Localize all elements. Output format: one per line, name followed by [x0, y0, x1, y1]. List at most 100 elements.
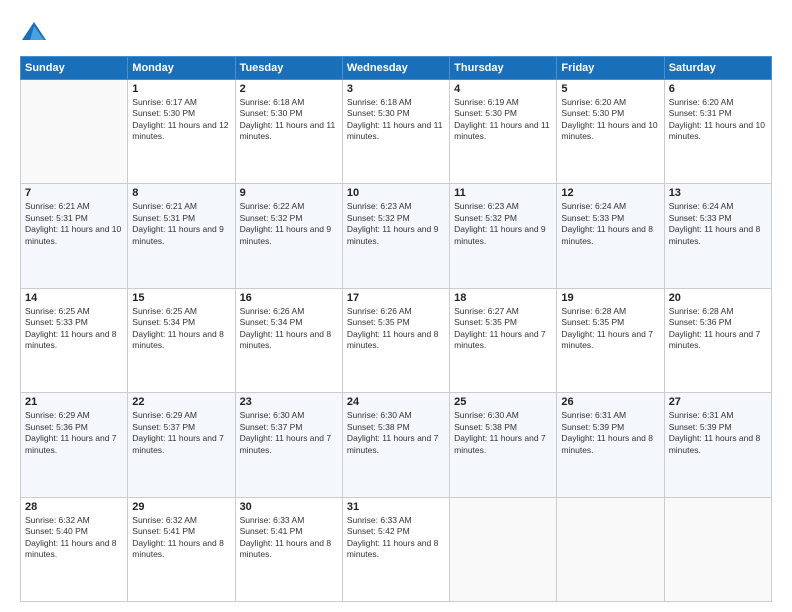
calendar-day-header: Monday [128, 57, 235, 80]
day-number: 12 [561, 187, 659, 199]
day-number: 7 [25, 187, 123, 199]
day-info: Sunrise: 6:29 AM Sunset: 5:37 PM Dayligh… [132, 410, 230, 456]
calendar-cell: 15 Sunrise: 6:25 AM Sunset: 5:34 PM Dayli… [128, 288, 235, 392]
day-number: 23 [240, 396, 338, 408]
day-info: Sunrise: 6:26 AM Sunset: 5:34 PM Dayligh… [240, 306, 338, 352]
day-info: Sunrise: 6:31 AM Sunset: 5:39 PM Dayligh… [669, 410, 767, 456]
day-info: Sunrise: 6:29 AM Sunset: 5:36 PM Dayligh… [25, 410, 123, 456]
calendar-cell: 13 Sunrise: 6:24 AM Sunset: 5:33 PM Dayli… [664, 184, 771, 288]
calendar-cell: 10 Sunrise: 6:23 AM Sunset: 5:32 PM Dayli… [342, 184, 449, 288]
day-info: Sunrise: 6:25 AM Sunset: 5:34 PM Dayligh… [132, 306, 230, 352]
calendar-day-header: Saturday [664, 57, 771, 80]
day-number: 31 [347, 501, 445, 513]
day-number: 21 [25, 396, 123, 408]
calendar-cell: 1 Sunrise: 6:17 AM Sunset: 5:30 PM Daylig… [128, 80, 235, 184]
day-info: Sunrise: 6:31 AM Sunset: 5:39 PM Dayligh… [561, 410, 659, 456]
day-info: Sunrise: 6:21 AM Sunset: 5:31 PM Dayligh… [25, 201, 123, 247]
calendar-cell: 28Sunrise: 6:32 AM Sunset: 5:40 PM Dayli… [21, 497, 128, 601]
calendar-cell: 3Sunrise: 6:18 AM Sunset: 5:30 PM Daylig… [342, 80, 449, 184]
day-info: Sunrise: 6:27 AM Sunset: 5:35 PM Dayligh… [454, 306, 552, 352]
calendar-cell: 27 Sunrise: 6:31 AM Sunset: 5:39 PM Dayli… [664, 393, 771, 497]
calendar-week-row: 28Sunrise: 6:32 AM Sunset: 5:40 PM Dayli… [21, 497, 772, 601]
calendar-cell: 20 Sunrise: 6:28 AM Sunset: 5:36 PM Dayli… [664, 288, 771, 392]
calendar-cell: 11Sunrise: 6:23 AM Sunset: 5:32 PM Dayli… [450, 184, 557, 288]
calendar-week-row: 1 Sunrise: 6:17 AM Sunset: 5:30 PM Daylig… [21, 80, 772, 184]
calendar-cell: 31 Sunrise: 6:33 AM Sunset: 5:42 PM Dayli… [342, 497, 449, 601]
day-number: 2 [240, 83, 338, 95]
day-number: 15 [132, 292, 230, 304]
calendar-table: SundayMondayTuesdayWednesdayThursdayFrid… [20, 56, 772, 602]
calendar-cell [450, 497, 557, 601]
day-info: Sunrise: 6:19 AM Sunset: 5:30 PM Dayligh… [454, 97, 552, 143]
calendar-cell: 21 Sunrise: 6:29 AM Sunset: 5:36 PM Dayli… [21, 393, 128, 497]
header [20, 18, 772, 46]
calendar-day-header: Sunday [21, 57, 128, 80]
calendar-cell: 19 Sunrise: 6:28 AM Sunset: 5:35 PM Dayli… [557, 288, 664, 392]
day-number: 5 [561, 83, 659, 95]
day-info: Sunrise: 6:26 AM Sunset: 5:35 PM Dayligh… [347, 306, 445, 352]
calendar-cell: 5 Sunrise: 6:20 AM Sunset: 5:30 PM Daylig… [557, 80, 664, 184]
day-info: Sunrise: 6:25 AM Sunset: 5:33 PM Dayligh… [25, 306, 123, 352]
day-number: 24 [347, 396, 445, 408]
day-number: 3 [347, 83, 445, 95]
day-info: Sunrise: 6:20 AM Sunset: 5:31 PM Dayligh… [669, 97, 767, 143]
day-number: 11 [454, 187, 552, 199]
day-info: Sunrise: 6:20 AM Sunset: 5:30 PM Dayligh… [561, 97, 659, 143]
day-number: 14 [25, 292, 123, 304]
logo-icon [20, 18, 48, 46]
calendar-cell: 9 Sunrise: 6:22 AM Sunset: 5:32 PM Daylig… [235, 184, 342, 288]
day-number: 28 [25, 501, 123, 513]
day-number: 27 [669, 396, 767, 408]
calendar-cell [21, 80, 128, 184]
calendar-cell: 14 Sunrise: 6:25 AM Sunset: 5:33 PM Dayli… [21, 288, 128, 392]
day-info: Sunrise: 6:22 AM Sunset: 5:32 PM Dayligh… [240, 201, 338, 247]
calendar-cell: 16 Sunrise: 6:26 AM Sunset: 5:34 PM Dayli… [235, 288, 342, 392]
calendar-header-row: SundayMondayTuesdayWednesdayThursdayFrid… [21, 57, 772, 80]
calendar-cell: 12 Sunrise: 6:24 AM Sunset: 5:33 PM Dayli… [557, 184, 664, 288]
day-number: 10 [347, 187, 445, 199]
day-info: Sunrise: 6:28 AM Sunset: 5:35 PM Dayligh… [561, 306, 659, 352]
calendar-cell: 17 Sunrise: 6:26 AM Sunset: 5:35 PM Dayli… [342, 288, 449, 392]
day-number: 1 [132, 83, 230, 95]
calendar-cell: 25Sunrise: 6:30 AM Sunset: 5:38 PM Dayli… [450, 393, 557, 497]
calendar-cell: 4Sunrise: 6:19 AM Sunset: 5:30 PM Daylig… [450, 80, 557, 184]
day-number: 19 [561, 292, 659, 304]
day-number: 9 [240, 187, 338, 199]
calendar-cell: 8Sunrise: 6:21 AM Sunset: 5:31 PM Daylig… [128, 184, 235, 288]
calendar-day-header: Wednesday [342, 57, 449, 80]
day-number: 13 [669, 187, 767, 199]
calendar-cell: 6 Sunrise: 6:20 AM Sunset: 5:31 PM Daylig… [664, 80, 771, 184]
calendar-cell: 2 Sunrise: 6:18 AM Sunset: 5:30 PM Daylig… [235, 80, 342, 184]
calendar-day-header: Thursday [450, 57, 557, 80]
day-number: 17 [347, 292, 445, 304]
calendar-cell: 22Sunrise: 6:29 AM Sunset: 5:37 PM Dayli… [128, 393, 235, 497]
calendar-week-row: 7 Sunrise: 6:21 AM Sunset: 5:31 PM Daylig… [21, 184, 772, 288]
calendar-cell: 24Sunrise: 6:30 AM Sunset: 5:38 PM Dayli… [342, 393, 449, 497]
day-info: Sunrise: 6:17 AM Sunset: 5:30 PM Dayligh… [132, 97, 230, 143]
day-info: Sunrise: 6:24 AM Sunset: 5:33 PM Dayligh… [669, 201, 767, 247]
day-info: Sunrise: 6:24 AM Sunset: 5:33 PM Dayligh… [561, 201, 659, 247]
calendar-week-row: 14 Sunrise: 6:25 AM Sunset: 5:33 PM Dayli… [21, 288, 772, 392]
calendar-cell: 18 Sunrise: 6:27 AM Sunset: 5:35 PM Dayli… [450, 288, 557, 392]
day-number: 6 [669, 83, 767, 95]
logo [20, 18, 52, 46]
day-info: Sunrise: 6:33 AM Sunset: 5:42 PM Dayligh… [347, 515, 445, 561]
day-info: Sunrise: 6:28 AM Sunset: 5:36 PM Dayligh… [669, 306, 767, 352]
day-number: 25 [454, 396, 552, 408]
day-info: Sunrise: 6:23 AM Sunset: 5:32 PM Dayligh… [347, 201, 445, 247]
calendar-cell: 26 Sunrise: 6:31 AM Sunset: 5:39 PM Dayli… [557, 393, 664, 497]
day-info: Sunrise: 6:21 AM Sunset: 5:31 PM Dayligh… [132, 201, 230, 247]
day-number: 18 [454, 292, 552, 304]
page: SundayMondayTuesdayWednesdayThursdayFrid… [0, 0, 792, 612]
day-info: Sunrise: 6:18 AM Sunset: 5:30 PM Dayligh… [240, 97, 338, 143]
calendar-day-header: Friday [557, 57, 664, 80]
calendar-cell: 30Sunrise: 6:33 AM Sunset: 5:41 PM Dayli… [235, 497, 342, 601]
day-number: 16 [240, 292, 338, 304]
calendar-week-row: 21 Sunrise: 6:29 AM Sunset: 5:36 PM Dayli… [21, 393, 772, 497]
day-info: Sunrise: 6:32 AM Sunset: 5:41 PM Dayligh… [132, 515, 230, 561]
calendar-day-header: Tuesday [235, 57, 342, 80]
calendar-cell: 7 Sunrise: 6:21 AM Sunset: 5:31 PM Daylig… [21, 184, 128, 288]
day-number: 26 [561, 396, 659, 408]
day-number: 20 [669, 292, 767, 304]
calendar-cell [557, 497, 664, 601]
